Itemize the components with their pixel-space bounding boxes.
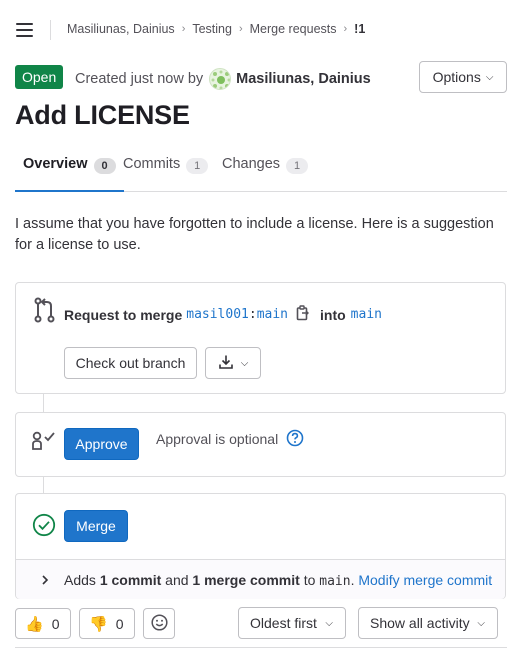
sort-order-label: Oldest first (250, 615, 317, 631)
approve-button[interactable]: Approve (64, 428, 139, 460)
commits-summary-text: Adds 1 commit and 1 merge commit to main… (64, 572, 492, 589)
chevron-down-icon: ⌵ (477, 618, 485, 629)
source-namespace[interactable]: masil001 (186, 307, 249, 322)
adds-text: Adds (64, 572, 96, 588)
activity-filter-dropdown[interactable]: Show all activity ⌵ (358, 607, 498, 639)
thumbs-down-count: 0 (115, 615, 124, 632)
tab-label: Commits (123, 156, 181, 172)
options-button[interactable]: Options ⌵ (419, 61, 507, 93)
description: I assume that you have forgotten to incl… (15, 216, 494, 253)
created-text: Created just now by (75, 71, 204, 87)
author-name[interactable]: Masiliunas, Dainius (236, 71, 371, 87)
merge-request-icon (32, 297, 56, 326)
chevron-down-icon: ⌵ (485, 71, 494, 83)
download-dropdown-button[interactable]: ⌵ (205, 347, 261, 379)
tab-commits[interactable]: Commits 1 (123, 156, 209, 192)
check-circle-icon (32, 513, 56, 540)
avatar[interactable] (209, 68, 232, 90)
breadcrumb-project[interactable]: Testing (192, 22, 232, 36)
merge-request-widget: Request to merge masil001 : main into ma… (15, 282, 506, 394)
chevron-right-icon: › (181, 23, 186, 35)
merge-target-branch: main (319, 574, 351, 589)
merge-commit-count: 1 merge commit (192, 572, 300, 588)
breadcrumb: Masiliunas, Dainius › Testing › Merge re… (67, 22, 365, 36)
period: . (350, 572, 355, 588)
divider (50, 20, 51, 40)
chevron-down-icon: ⌵ (240, 357, 249, 369)
merge-widget: Merge Adds 1 commit and 1 merge commit t… (15, 493, 506, 599)
modify-merge-commit-link[interactable]: Modify merge commit (358, 572, 492, 588)
approval-optional-text: Approval is optional (156, 431, 279, 447)
created-info: Created just now by Masiliunas, Dainius (75, 68, 371, 90)
copy-icon[interactable] (296, 305, 310, 324)
commits-summary-row: Adds 1 commit and 1 merge commit to main… (16, 559, 505, 599)
merge-button[interactable]: Merge (64, 510, 128, 542)
status-badge: Open (15, 65, 64, 89)
download-icon (218, 354, 234, 373)
merge-request-line: Request to merge masil001 : main into ma… (64, 305, 382, 324)
help-icon[interactable] (286, 429, 304, 450)
chevron-right-icon: › (343, 23, 348, 35)
timeline-connector (43, 394, 44, 412)
tab-count: 1 (286, 158, 309, 174)
source-branch[interactable]: main (257, 307, 288, 322)
tab-overview[interactable]: Overview 0 (15, 156, 124, 192)
thumbs-down-button[interactable]: 👎 0 (79, 608, 135, 639)
thumbs-up-button[interactable]: 👍 0 (15, 608, 71, 639)
and-text: and (165, 572, 189, 588)
activity-filter-label: Show all activity (370, 615, 470, 631)
tabs: Overview 0 Commits 1 Changes 1 (15, 146, 507, 192)
chevron-right-icon: › (238, 23, 243, 35)
breadcrumb-current[interactable]: !1 (354, 22, 365, 36)
tab-label: Overview (23, 156, 88, 172)
smiley-icon (150, 613, 168, 634)
top-bar: Masiliunas, Dainius › Testing › Merge re… (0, 14, 522, 46)
into-text: into (320, 306, 346, 323)
divider (15, 647, 507, 648)
thumbs-up-icon: 👍 (25, 615, 44, 633)
checkout-branch-button[interactable]: Check out branch (64, 347, 197, 379)
options-label: Options (432, 69, 481, 85)
hamburger-menu-icon[interactable] (16, 22, 34, 38)
chevron-down-icon: ⌵ (325, 618, 333, 629)
branch-separator: : (248, 307, 257, 322)
approval-icon (32, 431, 58, 454)
tab-count: 0 (93, 158, 116, 174)
page-title: Add LICENSE (15, 100, 190, 130)
thumbs-down-icon: 👎 (89, 615, 108, 633)
approval-widget: Approve Approval is optional (15, 412, 506, 477)
breadcrumb-merge-requests[interactable]: Merge requests (250, 22, 337, 36)
add-reaction-button[interactable] (143, 608, 175, 639)
breadcrumb-user[interactable]: Masiliunas, Dainius (67, 22, 175, 36)
tab-label: Changes (222, 156, 281, 172)
chevron-right-icon[interactable] (40, 573, 50, 589)
tab-count: 1 (186, 158, 209, 174)
thumbs-up-count: 0 (51, 615, 60, 632)
target-branch[interactable]: main (351, 307, 382, 322)
tab-changes[interactable]: Changes 1 (222, 156, 309, 192)
commit-count: 1 commit (99, 572, 162, 588)
request-prefix: Request to merge (64, 306, 183, 323)
sort-order-dropdown[interactable]: Oldest first ⌵ (238, 607, 346, 639)
timeline-connector (43, 477, 44, 493)
to-text: to (303, 572, 316, 588)
